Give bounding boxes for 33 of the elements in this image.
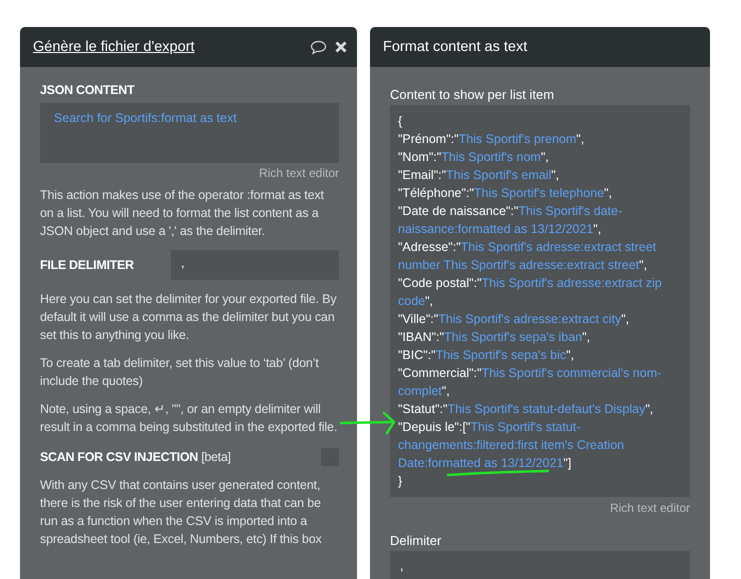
field-label: JSON CONTENT [40, 83, 136, 97]
field-label: SCAN FOR CSV INJECTION [beta] [40, 450, 231, 464]
help-text: Here you can set the delimiter for your exported file. By default it will use a comma as the delimiter but you can set this to anything you like. [40, 291, 338, 344]
help-text: With any CSV that contains user generated content, there is the risk of the user entering data that can be run as a function when the CSV is imported into a spreadsheet tool (ie, Excel, Numbers, etc) If this box [40, 477, 323, 548]
comment-icon[interactable] [310, 40, 327, 54]
code-line: "Prénom":"This Sportif's prenom", [398, 131, 584, 148]
code-line: "Téléphone":"This Sportif's telephone", [398, 185, 612, 202]
code-line: "Ville":"This Sportif's adresse:extract city", [398, 311, 630, 328]
field-label: FILE DELIMITER [40, 258, 135, 272]
code-line: } [398, 473, 402, 490]
code-line: "Commercial":"This Sportif's commercial's nom-complet", [398, 365, 662, 400]
code-line: "IBAN":"This Sportif's sepa's iban", [398, 329, 590, 346]
help-text: To create a tab delimiter, set this value to ‘tab’ (don’t include the quotes) [40, 355, 320, 390]
code-line: "Statut":"This Sportif's statut-defaut's Display", [398, 401, 654, 418]
field-label: Delimiter [390, 533, 442, 548]
panel-title: Format content as text [383, 39, 528, 55]
code-line: "Date de naissance":"This Sportif's date-naissance:formatted as 13/12/2021", [398, 203, 624, 238]
delimiter-field[interactable]: , [171, 250, 339, 280]
code-line: "Nom":"This Sportif's nom", [398, 149, 549, 166]
code-line: "Depuis le":["This Sportif's statut-changements:filtered:first item's Creation Date:formatted as 13/12/2021"] [398, 419, 626, 472]
help-text: Note, using a space, ↵, "", or an empty delimiter will result in a comma being substituted in the exported file. [40, 401, 338, 436]
close-icon[interactable] [335, 41, 347, 53]
annotation-arrow [340, 412, 396, 434]
code-line: { [398, 113, 402, 130]
code-line: "Code postal":"This Sportif's adresse:extract zip code", [398, 275, 663, 310]
code-line: "Adresse":"This Sportif's adresse:extract street number This Sportif's adresse:extract street", [398, 239, 658, 274]
code-line: "BIC":"This Sportif's sepa's bic", [398, 347, 574, 364]
delimiter-field[interactable]: , [390, 551, 690, 579]
help-text: This action makes use of the operator :format as text on a list. You will need to format the list content as a JSON object and use a ',' as the delimiter. [40, 187, 325, 240]
content-editor-field[interactable] [390, 105, 690, 497]
panel-title-link[interactable]: Génère le fichier d'export [33, 39, 310, 55]
field-label: Content to show per list item [390, 87, 556, 102]
code-line: "Email":"This Sportif's email", [398, 167, 560, 184]
